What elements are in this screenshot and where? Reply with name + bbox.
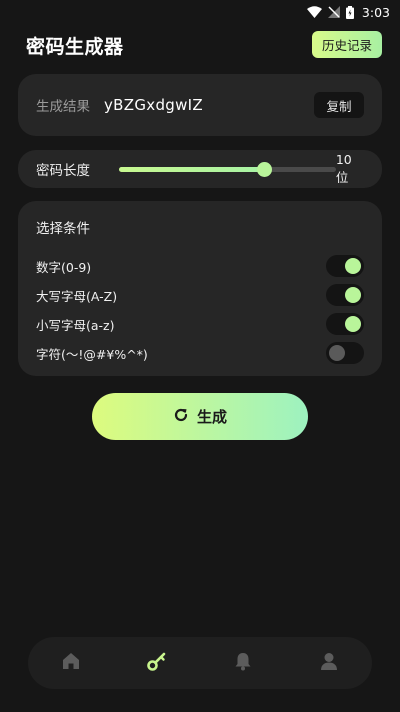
digits-toggle[interactable] (326, 255, 364, 277)
toggle-knob (345, 258, 361, 274)
option-row-digits: 数字(0-9) (36, 254, 364, 278)
result-card: 生成结果 yBZGxdgwIZ 复制 (18, 74, 382, 136)
bottom-nav (28, 637, 372, 689)
copy-button[interactable]: 复制 (314, 92, 364, 118)
options-card: 选择条件 数字(0-9) 大写字母(A-Z) 小写字母(a-z) 字符(〜!@#… (18, 201, 382, 376)
no-signal-icon (327, 6, 340, 18)
result-label: 生成结果 (36, 99, 90, 115)
generate-label: 生成 (196, 408, 227, 426)
nav-notifications[interactable] (223, 643, 263, 683)
nav-profile[interactable] (309, 643, 349, 683)
refresh-icon (173, 407, 189, 427)
option-label: 数字(0-9) (36, 259, 92, 275)
symbols-toggle[interactable] (326, 342, 364, 364)
uppercase-toggle[interactable] (326, 284, 364, 306)
home-icon (61, 651, 81, 675)
lowercase-toggle[interactable] (326, 313, 364, 335)
key-icon (146, 650, 168, 676)
nav-home[interactable] (51, 643, 91, 683)
option-label: 字符(〜!@#¥%^*) (36, 346, 148, 362)
options-title: 选择条件 (36, 221, 90, 237)
generated-password: yBZGxdgwIZ (104, 96, 203, 114)
length-value: 10位 (335, 152, 352, 185)
toggle-knob (345, 287, 361, 303)
option-row-uppercase: 大写字母(A-Z) (36, 283, 364, 307)
option-label: 小写字母(a-z) (36, 317, 115, 333)
user-icon (319, 651, 339, 675)
option-row-lowercase: 小写字母(a-z) (36, 312, 364, 336)
generate-button[interactable]: 生成 (92, 393, 308, 440)
toggle-knob (329, 345, 345, 361)
page-title: 密码生成器 (26, 36, 124, 58)
status-bar: 3:03 (0, 0, 400, 24)
length-label: 密码长度 (36, 163, 90, 179)
toggle-knob (345, 316, 361, 332)
slider-thumb[interactable] (257, 161, 273, 177)
slider-fill (119, 166, 265, 172)
length-card: 密码长度 10位 (18, 150, 382, 188)
history-button[interactable]: 历史记录 (312, 31, 382, 58)
wifi-icon (306, 6, 322, 18)
status-time: 3:03 (361, 4, 390, 20)
option-row-symbols: 字符(〜!@#¥%^*) (36, 341, 364, 365)
length-slider[interactable] (119, 161, 336, 177)
battery-icon (345, 5, 354, 19)
bell-icon (233, 651, 253, 675)
nav-key[interactable] (137, 643, 177, 683)
option-label: 大写字母(A-Z) (36, 288, 118, 304)
